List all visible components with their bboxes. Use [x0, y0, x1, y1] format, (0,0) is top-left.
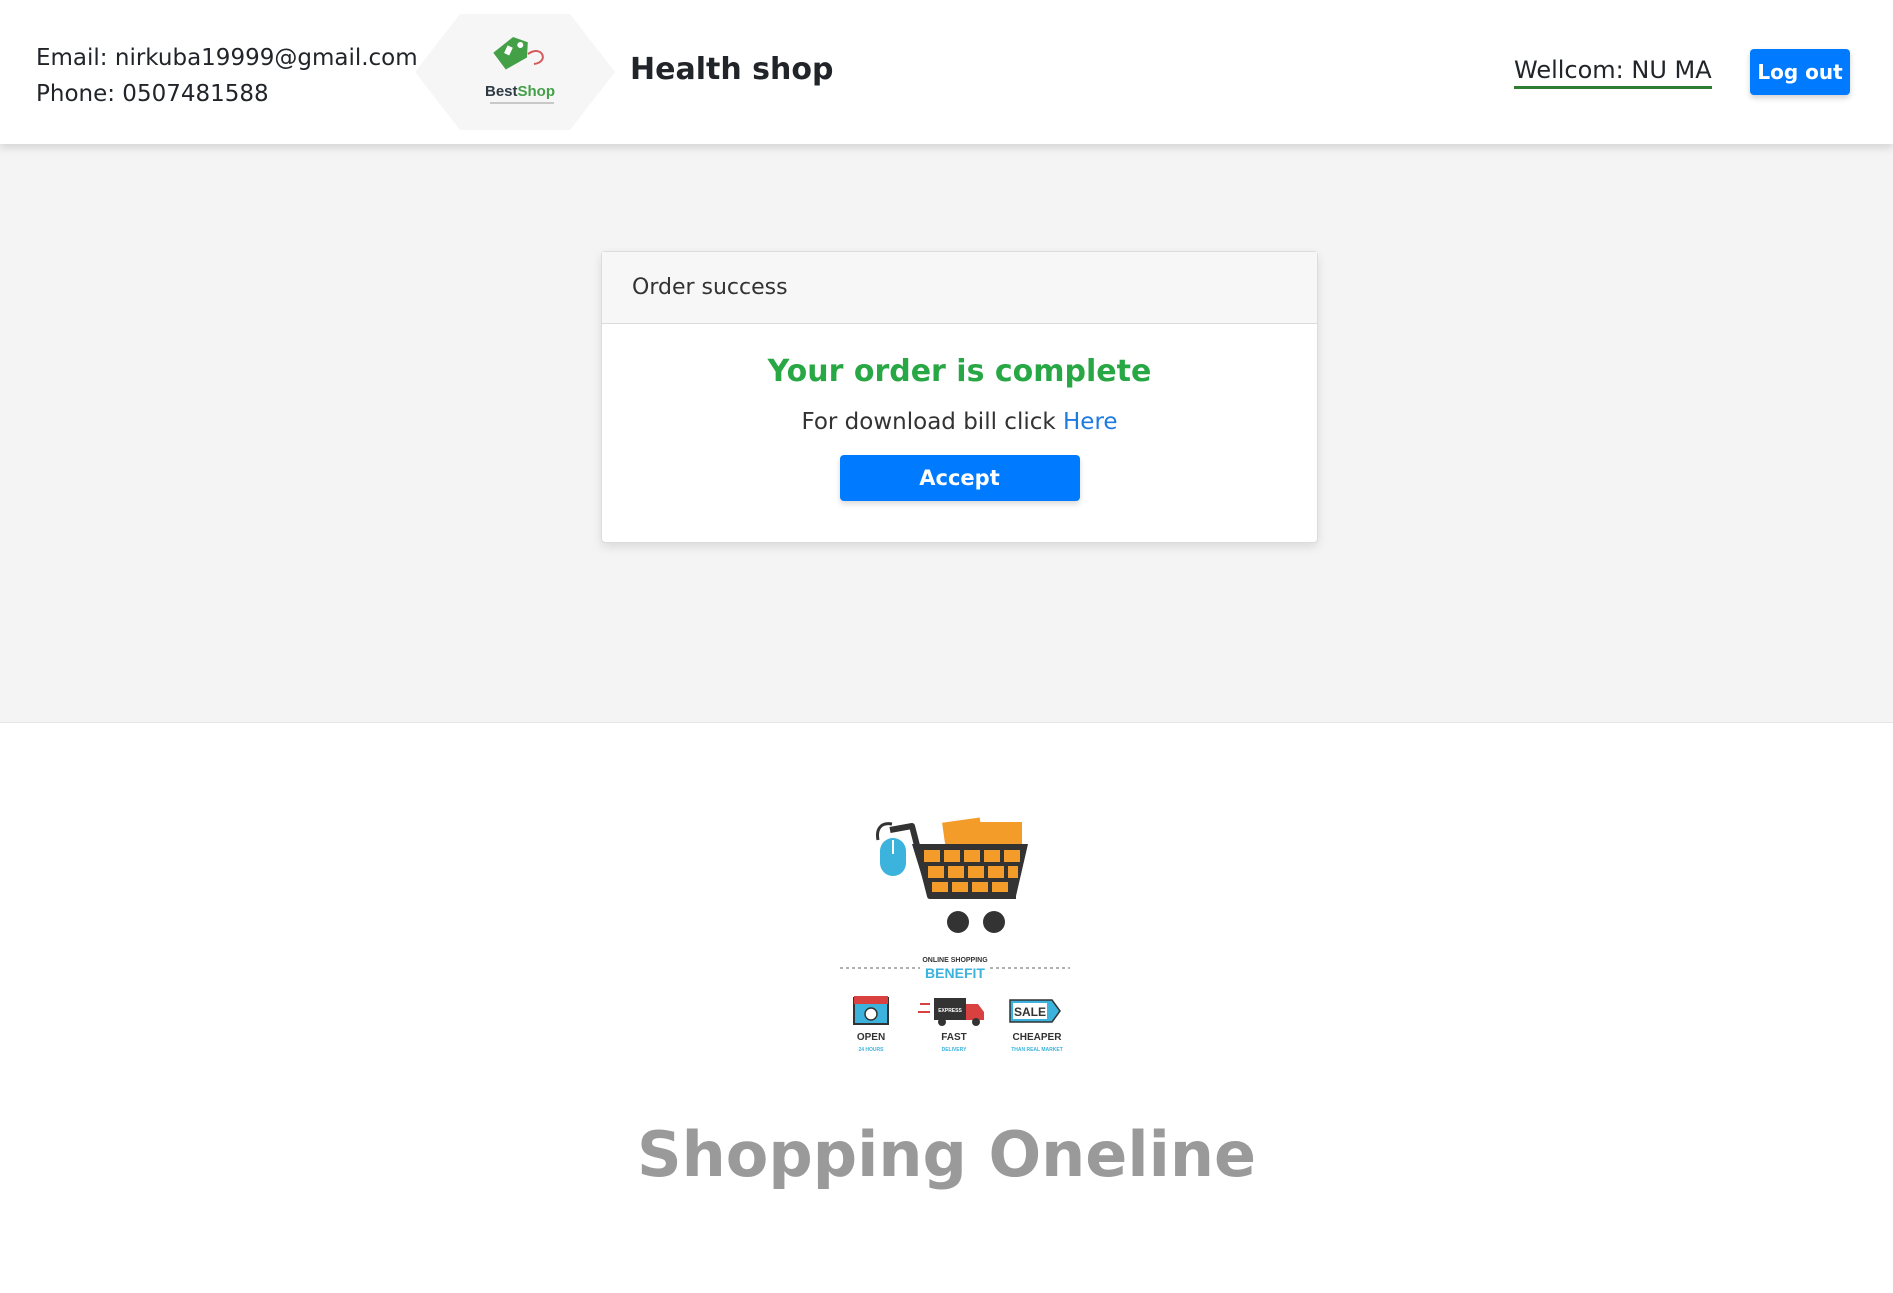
sale-tag-icon: SALE: [1009, 999, 1061, 1023]
sale-text: SALE: [1014, 1005, 1046, 1019]
shop-name: Health shop: [630, 52, 834, 87]
contact-info: Email: nirkuba19999@gmail.com Phone: 050…: [36, 40, 418, 112]
card-header: Order success: [602, 252, 1317, 324]
download-bill-line: For download bill click Here: [602, 409, 1317, 435]
download-prefix: For download bill click: [801, 409, 1056, 435]
site-header: Email: nirkuba19999@gmail.com Phone: 050…: [0, 0, 1893, 144]
bestshop-logo[interactable]: BestShop: [410, 14, 620, 130]
footer-title: Shopping Oneline: [636, 1118, 1257, 1191]
svg-text:BestShop: BestShop: [485, 83, 555, 100]
feature-caption: THAN REAL MARKET: [1011, 1047, 1063, 1053]
logout-button[interactable]: Log out: [1750, 49, 1850, 95]
feature-caption: DELIVERY: [942, 1047, 967, 1053]
truck-icon: EXPRESS: [918, 998, 984, 1026]
banner-subtitle: ONLINE SHOPPING: [922, 957, 988, 964]
truck-text: EXPRESS: [938, 1008, 962, 1014]
order-success-card: Order success Your order is complete For…: [601, 251, 1318, 543]
feature-title: FAST: [941, 1032, 967, 1043]
success-message: Your order is complete: [767, 354, 1152, 389]
logo-text: Best: [485, 83, 518, 100]
main-content: Order success Your order is complete For…: [0, 144, 1893, 723]
shopping-cart-icon: [889, 817, 1028, 933]
feature-title: OPEN: [857, 1032, 885, 1043]
feature-title: CHEAPER: [1013, 1032, 1063, 1043]
download-bill-link[interactable]: Here: [1063, 409, 1118, 435]
accept-button[interactable]: Accept: [839, 455, 1080, 501]
card-body: Your order is complete For download bill…: [602, 354, 1317, 501]
online-shopping-benefit-banner: ONLINE SHOPPING BENEFIT EXPRESS SALE OPE…: [820, 800, 1080, 1070]
welcome-user-link[interactable]: Wellcom: NU MA: [1514, 56, 1712, 89]
price-tag-logo-icon: BestShop: [415, 14, 615, 130]
banner-title: BENEFIT: [925, 965, 985, 981]
shop-icon: [853, 996, 889, 1025]
phone-text: Phone: 0507481588: [36, 81, 269, 107]
feature-caption: 24 HOURS: [858, 1047, 884, 1053]
email-text: Email: nirkuba19999@gmail.com: [36, 45, 418, 71]
